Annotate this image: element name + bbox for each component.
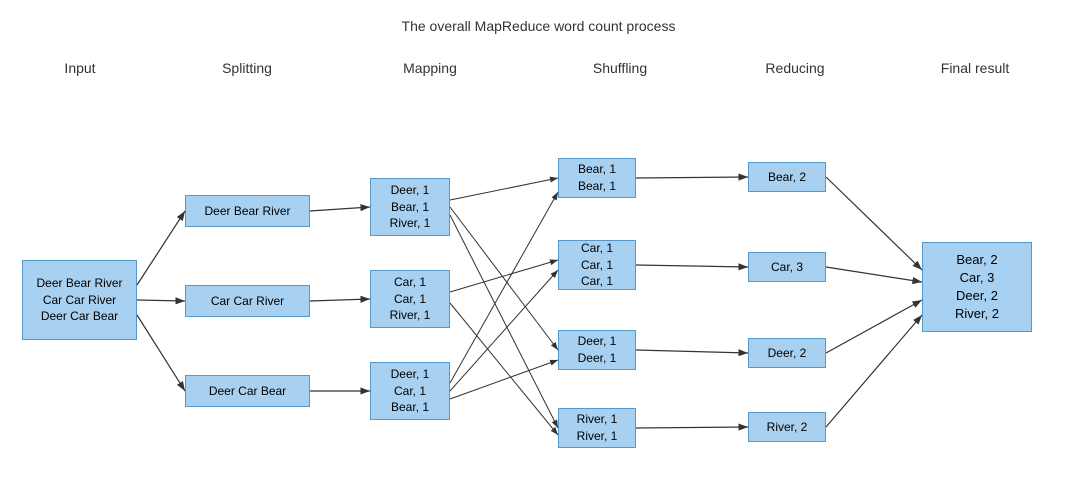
red-box-3: Deer, 2 [748, 338, 826, 368]
diagram: The overall MapReduce word count process… [0, 0, 1077, 500]
arrows-svg [0, 0, 1077, 500]
input-box: Deer Bear River Car Car River Deer Car B… [22, 260, 137, 340]
red-box-4: River, 2 [748, 412, 826, 442]
map-box-3: Deer, 1 Car, 1 Bear, 1 [370, 362, 450, 420]
header-shuffling: Shuffling [593, 60, 647, 76]
shuf-box-3: Deer, 1 Deer, 1 [558, 330, 636, 370]
header-input: Input [64, 60, 95, 76]
header-splitting: Splitting [222, 60, 272, 76]
map-box-1: Deer, 1 Bear, 1 River, 1 [370, 178, 450, 236]
shuf-box-2: Car, 1 Car, 1 Car, 1 [558, 240, 636, 290]
final-box: Bear, 2 Car, 3 Deer, 2 River, 2 [922, 242, 1032, 332]
header-final: Final result [941, 60, 1009, 76]
split-box-1: Deer Bear River [185, 195, 310, 227]
header-reducing: Reducing [765, 60, 824, 76]
split-box-3: Deer Car Bear [185, 375, 310, 407]
split-box-2: Car Car River [185, 285, 310, 317]
map-box-2: Car, 1 Car, 1 River, 1 [370, 270, 450, 328]
red-box-2: Car, 3 [748, 252, 826, 282]
shuf-box-1: Bear, 1 Bear, 1 [558, 158, 636, 198]
header-mapping: Mapping [403, 60, 457, 76]
red-box-1: Bear, 2 [748, 162, 826, 192]
diagram-title: The overall MapReduce word count process [402, 18, 676, 34]
shuf-box-4: River, 1 River, 1 [558, 408, 636, 448]
